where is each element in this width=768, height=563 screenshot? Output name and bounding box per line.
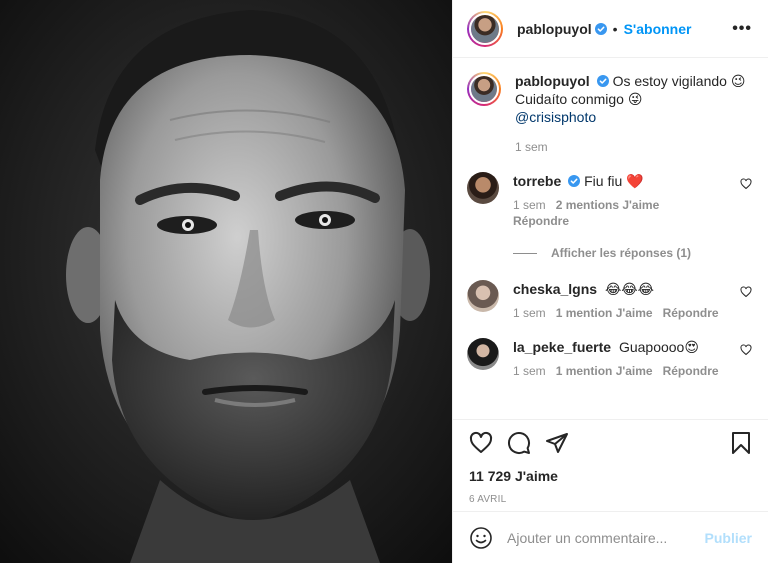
comment-like-heart-icon[interactable] <box>740 286 752 298</box>
comment-like-heart-icon[interactable] <box>740 344 752 356</box>
add-comment-bar: Publier <box>453 511 768 563</box>
show-replies-label: Afficher les réponses (1) <box>551 246 692 260</box>
comment-likes-count[interactable]: 2 mentions J'aime <box>556 198 660 212</box>
portrait-image <box>0 0 452 563</box>
divider-line <box>513 252 537 254</box>
comment-bubble-icon[interactable] <box>507 431 531 455</box>
commenter-username[interactable]: cheska_lgns <box>513 281 597 297</box>
caption: pablopuyol Os estoy vigilando 😉 Cuidaíto… <box>467 72 752 154</box>
likes-count[interactable]: 11 729 J'aime <box>469 468 752 484</box>
comment-time[interactable]: 1 sem <box>513 306 546 320</box>
comment-text: Fiu fiu ❤️ <box>584 173 644 189</box>
commenter-username[interactable]: la_peke_fuerte <box>513 339 611 355</box>
comment-time[interactable]: 1 sem <box>513 364 546 378</box>
avatar <box>471 14 499 43</box>
comment-text: Guapoooo😍 <box>618 339 699 355</box>
commenter-avatar[interactable] <box>467 280 499 312</box>
follow-button[interactable]: S'abonner <box>624 21 692 37</box>
save-bookmark-icon[interactable] <box>730 431 752 455</box>
publish-button[interactable]: Publier <box>705 530 752 546</box>
post-photo[interactable] <box>0 0 452 563</box>
comments-list: pablopuyol Os estoy vigilando 😉 Cuidaíto… <box>453 58 768 419</box>
verified-badge-icon <box>568 175 581 187</box>
commenter-avatar[interactable] <box>467 172 499 204</box>
reply-button[interactable]: Répondre <box>663 306 719 320</box>
more-options-icon[interactable]: ••• <box>732 20 752 38</box>
comment-item: cheska_lgns 😂😂😂 1 sem 1 mention J'aime Rép… <box>467 280 752 320</box>
caption-avatar-ring[interactable] <box>467 72 501 106</box>
caption-time[interactable]: 1 sem <box>515 140 548 154</box>
like-heart-icon[interactable] <box>469 431 493 455</box>
reply-button[interactable]: Répondre <box>663 364 719 378</box>
author-avatar-ring[interactable] <box>467 10 503 47</box>
post-side-panel: pablopuyol • S'abonner ••• pablopuyol Os… <box>452 0 768 563</box>
commenter-avatar[interactable] <box>467 338 499 370</box>
comment-item: torrebe Fiu fiu ❤️ 1 sem 2 mentions J'aim… <box>467 172 752 228</box>
caption-mention-link[interactable]: @crisisphoto <box>515 109 596 125</box>
header-separator: • <box>612 20 618 37</box>
post-modal: pablopuyol • S'abonner ••• pablopuyol Os… <box>0 0 768 563</box>
emoji-smiley-icon[interactable] <box>469 526 493 550</box>
caption-text-line2: Cuidaíto conmigo 😜 <box>515 91 643 107</box>
caption-text-line1: Os estoy vigilando 😉 <box>612 73 746 89</box>
comment-input[interactable] <box>507 529 705 546</box>
comment-item: la_peke_fuerte Guapoooo😍 1 sem 1 mention … <box>467 338 752 378</box>
comment-text: 😂😂😂 <box>604 281 655 297</box>
comment-likes-count[interactable]: 1 mention J'aime <box>556 306 653 320</box>
share-paper-plane-icon[interactable] <box>545 431 569 455</box>
comment-time[interactable]: 1 sem <box>513 198 546 212</box>
author-username[interactable]: pablopuyol <box>517 21 592 37</box>
post-date[interactable]: 6 AVRIL <box>469 494 752 505</box>
caption-username[interactable]: pablopuyol <box>515 73 590 89</box>
post-actions: 11 729 J'aime 6 AVRIL <box>453 419 768 511</box>
avatar <box>471 76 497 102</box>
verified-badge-icon <box>594 22 607 35</box>
post-header: pablopuyol • S'abonner ••• <box>453 0 768 58</box>
commenter-username[interactable]: torrebe <box>513 173 561 189</box>
verified-badge-icon <box>596 75 609 87</box>
comment-likes-count[interactable]: 1 mention J'aime <box>556 364 653 378</box>
comment-like-heart-icon[interactable] <box>740 178 752 190</box>
reply-button[interactable]: Répondre <box>513 214 752 228</box>
show-replies-button[interactable]: Afficher les réponses (1) <box>513 246 752 260</box>
